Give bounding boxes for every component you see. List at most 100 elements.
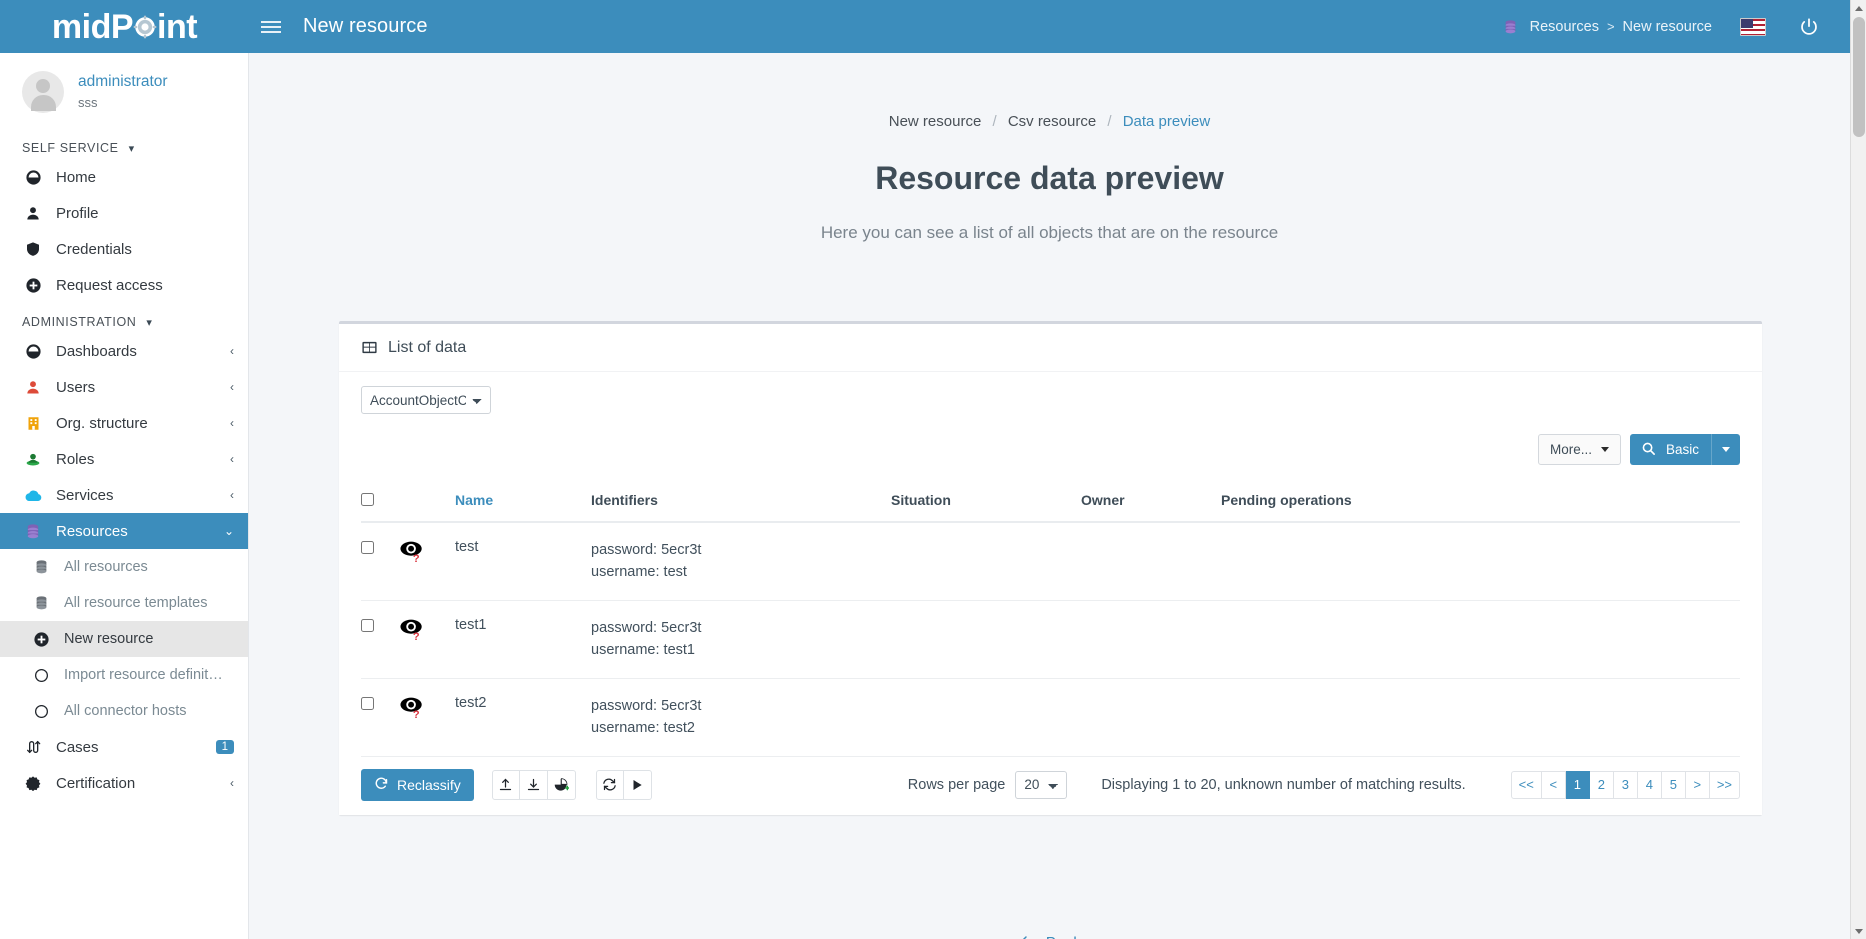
sidebar-item-new-resource[interactable]: New resource	[0, 621, 248, 657]
eye-question-icon[interactable]: ?	[399, 629, 425, 645]
sidebar-item-org-structure[interactable]: Org. structure ‹	[0, 405, 248, 441]
breadcrumb-item-data-preview[interactable]: Data preview	[1123, 113, 1211, 130]
sidebar-item-roles-label: Roles	[56, 451, 230, 468]
row-name[interactable]: test1	[455, 600, 591, 678]
table-row[interactable]: ? test1 password: 5ecr3t username: test1	[361, 600, 1740, 678]
more-filters-button[interactable]: More...	[1538, 434, 1621, 465]
pagination-last[interactable]: >>	[1710, 771, 1740, 799]
row-pending-operations	[1221, 522, 1740, 600]
topbar-breadcrumb-item-1[interactable]: New resource	[1623, 19, 1712, 35]
sidebar-user-name[interactable]: administrator	[78, 72, 168, 92]
scroll-up-arrow[interactable]	[1851, 0, 1866, 16]
svg-text:?: ?	[413, 709, 420, 719]
eye-question-icon[interactable]: ?	[399, 707, 425, 723]
table-row[interactable]: ? test2 password: 5ecr3t username: test2	[361, 678, 1740, 756]
arrow-left-icon	[1018, 933, 1036, 939]
sidebar-item-request-access-label: Request access	[56, 277, 234, 294]
rows-per-page-select[interactable]: 20	[1015, 771, 1067, 799]
card-header-title: List of data	[388, 339, 466, 357]
sidebar-item-import-resource-definition[interactable]: Import resource definit…	[0, 657, 248, 693]
app-root: midP int	[0, 0, 1866, 939]
page-scrollbar[interactable]	[1850, 0, 1866, 939]
sidebar-item-all-connector-hosts[interactable]: All connector hosts	[0, 693, 248, 729]
column-header-name[interactable]: Name	[455, 479, 591, 522]
pagination: << < 1 2 3 4 5 > >>	[1511, 771, 1740, 799]
us-flag-icon[interactable]	[1740, 18, 1766, 36]
brand-logo[interactable]: midP int	[0, 0, 249, 53]
back-label: Back	[1046, 935, 1082, 939]
displaying-status-text: Displaying 1 to 20, unknown number of ma…	[1101, 777, 1465, 793]
sidebar-item-all-resource-templates[interactable]: All resource templates	[0, 585, 248, 621]
pie-chart-plus-icon[interactable]	[548, 770, 576, 800]
object-class-select[interactable]: AccountObjectClass	[361, 386, 491, 414]
building-icon	[22, 415, 44, 432]
play-icon[interactable]	[624, 770, 652, 800]
sidebar-user-panel[interactable]: administrator sss	[0, 53, 248, 129]
pagination-page-3[interactable]: 3	[1614, 771, 1638, 799]
sync-icon[interactable]	[596, 770, 624, 800]
card-body: AccountObjectClass More... Basic	[339, 372, 1762, 757]
download-icon[interactable]	[520, 770, 548, 800]
sidebar-item-services[interactable]: Services ‹	[0, 477, 248, 513]
roles-icon	[22, 451, 44, 468]
column-header-identifiers: Identifiers	[591, 479, 891, 522]
sidebar-item-all-resources[interactable]: All resources	[0, 549, 248, 585]
sidebar-item-cases[interactable]: Cases 1	[0, 729, 248, 765]
top-navbar: midP int	[0, 0, 1850, 53]
row-checkbox[interactable]	[361, 697, 374, 710]
scroll-down-arrow[interactable]	[1851, 923, 1866, 939]
sidebar-item-users[interactable]: Users ‹	[0, 369, 248, 405]
pagination-page-4[interactable]: 4	[1638, 771, 1662, 799]
select-all-checkbox[interactable]	[361, 493, 374, 506]
cloud-icon	[22, 488, 44, 503]
table-header-row: Name Identifiers Situation Owner Pending…	[361, 479, 1740, 522]
sidebar-item-certification[interactable]: Certification ‹	[0, 765, 248, 801]
table-row[interactable]: ? test password: 5ecr3t username: test	[361, 522, 1740, 600]
chevron-left-icon: ‹	[230, 416, 234, 430]
pagination-next[interactable]: >	[1686, 771, 1710, 799]
pagination-page-5[interactable]: 5	[1662, 771, 1686, 799]
chevron-down-icon[interactable]	[1722, 447, 1730, 452]
row-icon-cell: ?	[399, 600, 455, 678]
row-name[interactable]: test	[455, 522, 591, 600]
scrollbar-thumb[interactable]	[1853, 17, 1865, 137]
sidebar-item-profile-label: Profile	[56, 205, 234, 222]
breadcrumb-separator: /	[992, 113, 996, 130]
breadcrumb-item-new-resource[interactable]: New resource	[889, 113, 982, 130]
sidebar-item-request-access[interactable]: Request access	[0, 267, 248, 303]
sidebar-user-info: administrator sss	[78, 72, 168, 111]
pagination-prev[interactable]: <	[1542, 771, 1566, 799]
sidebar-section-self-service[interactable]: SELF SERVICE ▾	[0, 129, 248, 159]
sidebar-item-profile[interactable]: Profile	[0, 195, 248, 231]
sidebar-item-home[interactable]: Home	[0, 159, 248, 195]
eye-question-icon[interactable]: ?	[399, 551, 425, 567]
sidebar-section-administration[interactable]: ADMINISTRATION ▾	[0, 303, 248, 333]
back-button[interactable]: Back	[249, 933, 1850, 939]
reclassify-label: Reclassify	[397, 777, 461, 793]
row-checkbox[interactable]	[361, 541, 374, 554]
breadcrumb-item-csv-resource[interactable]: Csv resource	[1008, 113, 1096, 130]
basic-search-button[interactable]: Basic	[1630, 434, 1740, 465]
sidebar-item-roles[interactable]: Roles ‹	[0, 441, 248, 477]
card-header: List of data	[339, 324, 1762, 372]
brand-text: midP int	[52, 10, 197, 44]
upload-icon[interactable]	[492, 770, 520, 800]
row-checkbox[interactable]	[361, 619, 374, 632]
sidebar-item-org-structure-label: Org. structure	[56, 415, 230, 432]
topbar-breadcrumb-item-0[interactable]: Resources	[1530, 19, 1599, 35]
row-situation	[891, 678, 1081, 756]
power-icon[interactable]	[1796, 14, 1822, 40]
row-name[interactable]: test2	[455, 678, 591, 756]
row-select-cell	[361, 600, 399, 678]
row-pending-operations	[1221, 678, 1740, 756]
hamburger-icon[interactable]	[249, 0, 293, 53]
sidebar: administrator sss SELF SERVICE ▾ Home Pr…	[0, 53, 249, 939]
pagination-page-1[interactable]: 1	[1566, 771, 1590, 799]
sidebar-item-all-resources-label: All resources	[64, 559, 234, 575]
pagination-page-2[interactable]: 2	[1590, 771, 1614, 799]
reclassify-button[interactable]: Reclassify	[361, 769, 474, 801]
sidebar-item-credentials[interactable]: Credentials	[0, 231, 248, 267]
sidebar-item-resources[interactable]: Resources ⌄	[0, 513, 248, 549]
sidebar-item-dashboards[interactable]: Dashboards ‹	[0, 333, 248, 369]
pagination-first[interactable]: <<	[1511, 771, 1542, 799]
